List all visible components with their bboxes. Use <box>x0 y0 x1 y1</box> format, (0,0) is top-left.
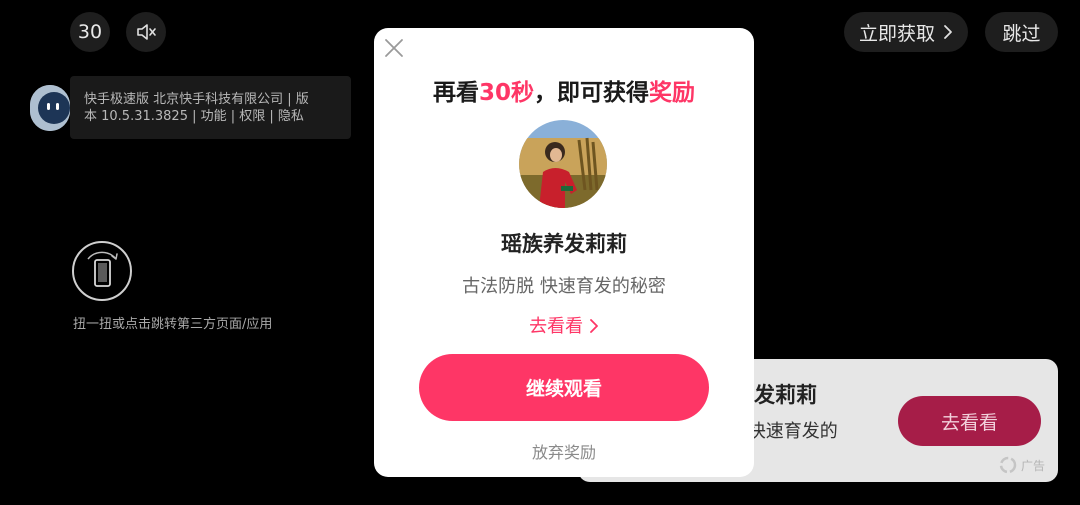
close-button[interactable] <box>382 36 406 60</box>
dialog-headline: 再看30秒，即可获得奖励 <box>374 73 754 107</box>
ad-logo-icon <box>999 456 1017 474</box>
app-info-panel[interactable]: 快手极速版 北京快手科技有限公司 | 版 本 10.5.31.3825 | 功能… <box>70 76 351 139</box>
headline-reward: 奖励 <box>649 80 695 106</box>
mute-button[interactable] <box>126 12 166 52</box>
go-watch-link[interactable]: 去看看 <box>374 312 754 338</box>
reward-dialog: 再看30秒，即可获得奖励 瑶族养发莉莉 古法防脱 快速育发的秘密 去看看 继续观… <box>374 28 754 477</box>
go-watch-label: 去看看 <box>529 316 584 337</box>
continue-watching-button[interactable]: 继续观看 <box>419 354 709 421</box>
get-now-button[interactable]: 立即获取 <box>844 12 968 52</box>
speaker-muted-icon <box>137 24 156 40</box>
chevron-right-icon <box>589 319 598 333</box>
chevron-right-icon <box>944 25 952 39</box>
creator-name: 瑶族养发莉莉 <box>501 232 627 256</box>
twist-hint-text: 扭一扭或点击跳转第三方页面/应用 <box>73 317 273 332</box>
creator-avatar[interactable] <box>519 120 607 208</box>
creator-description: 古法防脱 快速育发的秘密 <box>462 276 666 297</box>
robot-avatar-icon[interactable] <box>30 85 70 131</box>
ad-label-text: 广告 <box>1020 458 1045 473</box>
phone-rotate-icon[interactable] <box>72 241 132 301</box>
skip-button[interactable]: 跳过 <box>985 12 1058 52</box>
close-icon <box>385 39 403 57</box>
ad-label: 广告 <box>999 456 1045 474</box>
get-now-label: 立即获取 <box>858 22 935 45</box>
ad-card-title: 发莉莉 <box>754 383 817 407</box>
app-info-line: 快手极速版 北京快手科技有限公司 | 版 <box>84 92 309 107</box>
headline-text: ，即可获得 <box>534 80 649 106</box>
ad-card-cta-button[interactable]: 去看看 <box>898 396 1041 446</box>
give-up-reward-button[interactable]: 放弃奖励 <box>374 439 754 463</box>
headline-seconds: 30秒 <box>478 80 534 106</box>
app-info-line: 本 10.5.31.3825 | 功能 | 权限 | 隐私 <box>84 109 304 124</box>
headline-text: 再看 <box>432 80 479 106</box>
countdown-badge: 30 <box>70 12 110 52</box>
